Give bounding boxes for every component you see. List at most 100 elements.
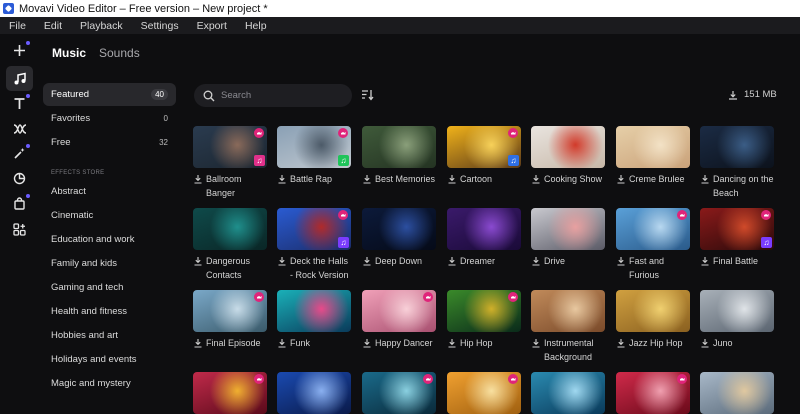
track-thumbnail[interactable] <box>193 290 267 332</box>
tab-music[interactable]: Music <box>52 46 86 60</box>
titles-tool-button[interactable] <box>6 91 33 116</box>
track-thumbnail[interactable] <box>277 290 351 332</box>
track-card[interactable]: ♫ Ballroom Banger <box>193 126 267 200</box>
search-box[interactable] <box>194 84 352 107</box>
sidebar-item-education-and-work[interactable]: Education and work <box>43 228 176 251</box>
download-icon[interactable] <box>193 256 203 266</box>
menu-export[interactable]: Export <box>197 20 227 32</box>
search-input[interactable] <box>221 90 341 101</box>
track-thumbnail[interactable] <box>277 372 351 414</box>
track-card[interactable]: Juno <box>700 290 774 350</box>
download-icon[interactable] <box>616 174 626 184</box>
track-card[interactable] <box>362 372 436 414</box>
download-icon[interactable] <box>362 174 372 184</box>
download-icon[interactable] <box>616 338 626 348</box>
track-card[interactable]: ♫ Deck the Halls - Rock Version <box>277 208 351 282</box>
download-icon[interactable] <box>277 256 287 266</box>
download-icon[interactable] <box>193 174 203 184</box>
music-tool-button[interactable] <box>6 66 33 91</box>
track-card[interactable]: ♫ Battle Rap <box>277 126 351 186</box>
sidebar-item-free[interactable]: Free 32 <box>43 131 176 154</box>
track-card[interactable]: Hip Hop <box>447 290 521 350</box>
download-icon[interactable] <box>193 338 203 348</box>
track-card[interactable]: Dangerous Contacts <box>193 208 267 282</box>
track-card[interactable] <box>277 372 351 414</box>
track-thumbnail[interactable]: ♫ <box>447 126 521 168</box>
sidebar-item-cinematic[interactable]: Cinematic <box>43 204 176 227</box>
download-icon[interactable] <box>616 256 626 266</box>
menu-help[interactable]: Help <box>245 20 267 32</box>
track-card[interactable]: ♫ Final Battle <box>700 208 774 268</box>
sidebar-item-family-and-kids[interactable]: Family and kids <box>43 252 176 275</box>
sidebar-item-abstract[interactable]: Abstract <box>43 180 176 203</box>
track-thumbnail[interactable] <box>700 126 774 168</box>
track-thumbnail[interactable] <box>616 372 690 414</box>
track-thumbnail[interactable] <box>531 126 605 168</box>
download-icon[interactable] <box>277 174 287 184</box>
track-card[interactable] <box>700 372 774 414</box>
menu-file[interactable]: File <box>9 20 26 32</box>
download-icon[interactable] <box>700 256 710 266</box>
menu-settings[interactable]: Settings <box>141 20 179 32</box>
download-icon[interactable] <box>700 338 710 348</box>
sidebar-item-health-and-fitness[interactable]: Health and fitness <box>43 300 176 323</box>
transitions-tool-button[interactable] <box>6 116 33 141</box>
import-button[interactable] <box>6 38 33 63</box>
track-thumbnail[interactable] <box>193 372 267 414</box>
sidebar-item-hobbies-and-art[interactable]: Hobbies and art <box>43 324 176 347</box>
tab-sounds[interactable]: Sounds <box>99 46 140 60</box>
track-thumbnail[interactable] <box>193 208 267 250</box>
download-icon[interactable] <box>362 338 372 348</box>
track-thumbnail[interactable] <box>531 372 605 414</box>
track-thumbnail[interactable] <box>447 372 521 414</box>
more-tools-button[interactable] <box>6 217 33 242</box>
track-card[interactable]: Creme Brulee <box>616 126 690 186</box>
track-card[interactable]: Cooking Show <box>531 126 605 186</box>
sidebar-item-magic-and-mystery[interactable]: Magic and mystery <box>43 372 176 395</box>
track-thumbnail[interactable]: ♫ <box>277 126 351 168</box>
sidebar-item-holidays-and-events[interactable]: Holidays and events <box>43 348 176 371</box>
download-icon[interactable] <box>447 174 457 184</box>
track-card[interactable]: Dreamer <box>447 208 521 268</box>
track-thumbnail[interactable] <box>362 290 436 332</box>
track-thumbnail[interactable] <box>616 126 690 168</box>
download-icon[interactable] <box>362 256 372 266</box>
track-card[interactable]: Final Episode <box>193 290 267 350</box>
track-card[interactable] <box>531 372 605 414</box>
track-card[interactable] <box>193 372 267 414</box>
track-card[interactable]: Funk <box>277 290 351 350</box>
download-icon[interactable] <box>447 338 457 348</box>
track-thumbnail[interactable] <box>447 290 521 332</box>
menu-edit[interactable]: Edit <box>44 20 62 32</box>
download-icon[interactable] <box>700 174 710 184</box>
track-card[interactable]: Jazz Hip Hop <box>616 290 690 350</box>
track-card[interactable]: Instrumental Background <box>531 290 605 364</box>
track-card[interactable] <box>447 372 521 414</box>
track-card[interactable]: ♫ Cartoon <box>447 126 521 186</box>
track-thumbnail[interactable]: ♫ <box>193 126 267 168</box>
download-icon[interactable] <box>531 338 541 348</box>
track-thumbnail[interactable] <box>616 208 690 250</box>
track-thumbnail[interactable] <box>616 290 690 332</box>
sort-icon[interactable] <box>360 88 374 102</box>
track-card[interactable]: Drive <box>531 208 605 268</box>
track-thumbnail[interactable] <box>362 372 436 414</box>
effects-tool-button[interactable] <box>6 141 33 166</box>
menu-playback[interactable]: Playback <box>80 20 123 32</box>
track-thumbnail[interactable] <box>531 208 605 250</box>
track-thumbnail[interactable] <box>700 372 774 414</box>
track-thumbnail[interactable] <box>447 208 521 250</box>
stickers-tool-button[interactable] <box>6 166 33 191</box>
track-card[interactable]: Fast and Furious <box>616 208 690 282</box>
track-card[interactable] <box>616 372 690 414</box>
download-icon[interactable] <box>531 174 541 184</box>
track-thumbnail[interactable]: ♫ <box>700 208 774 250</box>
track-card[interactable]: Deep Down <box>362 208 436 268</box>
download-icon[interactable] <box>277 338 287 348</box>
track-card[interactable]: Best Memories <box>362 126 436 186</box>
sidebar-item-favorites[interactable]: Favorites 0 <box>43 107 176 130</box>
store-tool-button[interactable] <box>6 191 33 216</box>
track-thumbnail[interactable] <box>362 126 436 168</box>
sidebar-item-featured[interactable]: Featured 40 <box>43 83 176 106</box>
track-card[interactable]: Dancing on the Beach <box>700 126 774 200</box>
